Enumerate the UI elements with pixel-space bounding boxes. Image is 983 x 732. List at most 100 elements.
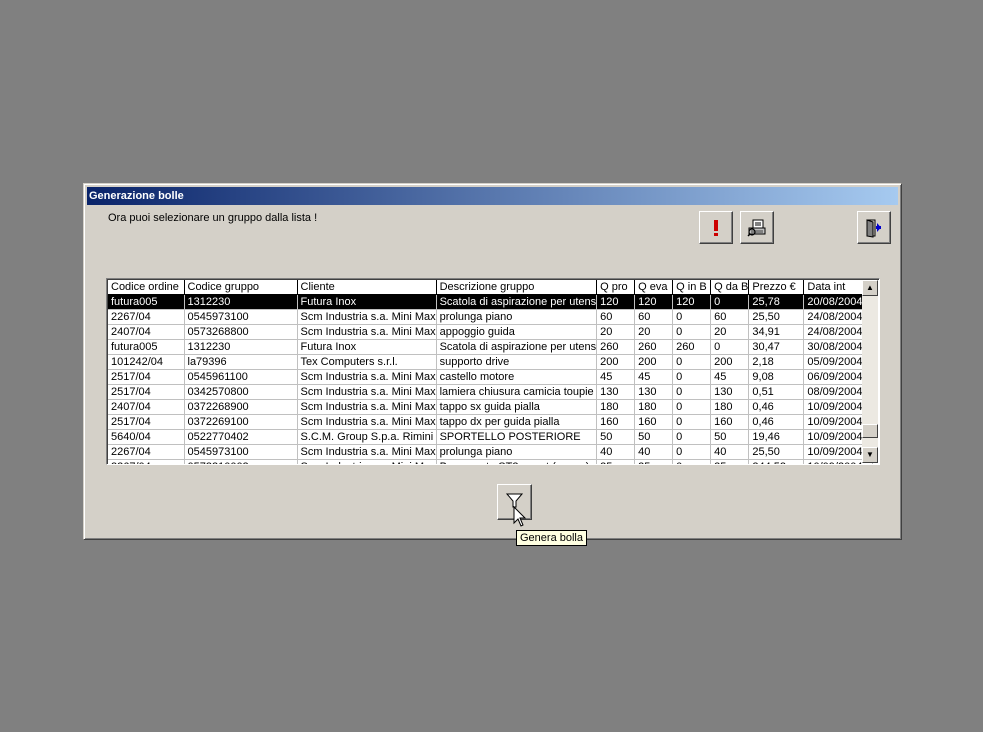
cell-q-eva: 45 xyxy=(634,369,674,385)
cell-q-eva: 120 xyxy=(634,294,674,310)
cell-prezzo: 0,51 xyxy=(748,384,805,400)
cell-codice-gruppo: 0545961100 xyxy=(184,369,298,385)
col-prezzo[interactable]: Prezzo € xyxy=(748,280,805,295)
table-row[interactable]: 2407/04 0372268900 Scm Industria s.a. Mini… xyxy=(108,399,874,415)
table-row[interactable]: 5640/04 0522770402 S.C.M. Group S.p.a. Rim… xyxy=(108,429,874,445)
cell-descrizione-gruppo: tappo sx guida pialla xyxy=(436,399,598,415)
cell-q-pro: 180 xyxy=(596,399,636,415)
cell-cliente: Scm Industria s.a. Mini Max xyxy=(297,324,437,340)
cell-codice-ordine: 2267/04 xyxy=(108,459,185,464)
table-row[interactable]: 2517/04 0545961100 Scm Industria s.a. Mini… xyxy=(108,369,874,385)
table-row[interactable]: 2407/04 0573268800 Scm Industria s.a. Mini… xyxy=(108,324,874,340)
cell-codice-ordine: 2517/04 xyxy=(108,414,185,430)
cell-prezzo: 9,08 xyxy=(748,369,805,385)
cell-descrizione-gruppo: Basamento ST3 smart (nuovo) xyxy=(436,459,598,464)
table-row[interactable]: futura005 1312230 Futura Inox Scatola di as… xyxy=(108,294,874,310)
cell-q-da-b: 50 xyxy=(710,429,750,445)
groups-grid[interactable]: Codice ordine Codice gruppo Cliente Desc… xyxy=(106,278,880,465)
generazione-bolle-window: Generazione bolle Ora puoi selezionare u… xyxy=(83,183,902,540)
cell-prezzo: 19,46 xyxy=(748,429,805,445)
table-row[interactable]: 2267/04 0545973100 Scm Industria s.a. Mini… xyxy=(108,309,874,325)
cell-q-eva: 50 xyxy=(634,429,674,445)
cell-codice-ordine: 2517/04 xyxy=(108,384,185,400)
cell-q-pro: 60 xyxy=(596,309,636,325)
cell-prezzo: 0,46 xyxy=(748,414,805,430)
col-q-eva[interactable]: Q eva xyxy=(634,280,674,295)
vertical-scrollbar[interactable]: ▲ ▼ xyxy=(862,280,878,463)
alert-button[interactable] xyxy=(699,211,733,244)
col-descrizione-gruppo[interactable]: Descrizione gruppo xyxy=(436,280,598,295)
cell-descrizione-gruppo: lamiera chiusura camicia toupie xyxy=(436,384,598,400)
print-preview-button[interactable] xyxy=(740,211,774,244)
cell-codice-gruppo: 0372268900 xyxy=(184,399,298,415)
cell-codice-ordine: 2517/04 xyxy=(108,369,185,385)
cell-prezzo: 244,52 xyxy=(748,459,805,464)
col-q-in-b[interactable]: Q in B xyxy=(672,280,712,295)
cell-q-da-b: 45 xyxy=(710,369,750,385)
col-codice-ordine[interactable]: Codice ordine xyxy=(108,280,185,295)
cell-q-in-b: 0 xyxy=(672,324,712,340)
cell-q-eva: 20 xyxy=(634,324,674,340)
cell-descrizione-gruppo: SPORTELLO POSTERIORE xyxy=(436,429,598,445)
table-row[interactable]: 2267/040573210002Scm Industria s.a. Mini… xyxy=(108,459,874,464)
mouse-cursor-icon xyxy=(513,506,527,527)
window-title: Generazione bolle xyxy=(87,187,898,205)
cell-q-in-b: 0 xyxy=(672,444,712,460)
cell-codice-ordine: futura005 xyxy=(108,339,185,355)
cell-q-da-b: 130 xyxy=(710,384,750,400)
cell-q-pro: 40 xyxy=(596,444,636,460)
cell-codice-gruppo: 0545973100 xyxy=(184,309,298,325)
cell-cliente: Futura Inox xyxy=(297,294,437,310)
table-row[interactable]: futura005 1312230 Futura Inox Scatola di as… xyxy=(108,339,874,355)
scroll-thumb[interactable] xyxy=(862,424,878,438)
cell-codice-gruppo: 0372269100 xyxy=(184,414,298,430)
cell-codice-ordine: 2267/04 xyxy=(108,309,185,325)
col-q-da-b[interactable]: Q da B xyxy=(710,280,750,295)
cell-q-in-b: 0 xyxy=(672,429,712,445)
exit-button[interactable] xyxy=(857,211,891,244)
genera-bolla-tooltip: Genera bolla xyxy=(516,530,587,546)
cell-prezzo: 25,50 xyxy=(748,309,805,325)
cell-q-in-b: 0 xyxy=(672,384,712,400)
cell-q-pro: 200 xyxy=(596,354,636,370)
cell-q-da-b: 20 xyxy=(710,324,750,340)
col-cliente[interactable]: Cliente xyxy=(297,280,437,295)
cell-cliente: Scm Industria s.a. Mini Max xyxy=(297,444,437,460)
scroll-up-button[interactable]: ▲ xyxy=(862,280,878,296)
cell-cliente: Scm Industria s.a. Mini Max xyxy=(297,384,437,400)
cell-q-in-b: 0 xyxy=(672,309,712,325)
table-row[interactable]: 2517/04 0372269100 Scm Industria s.a. Mini… xyxy=(108,414,874,430)
scroll-down-button[interactable]: ▼ xyxy=(862,447,878,463)
cell-q-pro: 160 xyxy=(596,414,636,430)
cell-q-in-b: 120 xyxy=(672,294,712,310)
cell-prezzo: 34,91 xyxy=(748,324,805,340)
cell-q-pro: 120 xyxy=(596,294,636,310)
cell-descrizione-gruppo: castello motore xyxy=(436,369,598,385)
table-row[interactable]: 2267/04 0545973100 Scm Industria s.a. Mini… xyxy=(108,444,874,460)
cell-codice-ordine: 2267/04 xyxy=(108,444,185,460)
cell-q-da-b: 0 xyxy=(710,339,750,355)
cell-cliente: Scm Industria s.a. Mini Max xyxy=(297,459,437,464)
cell-descrizione-gruppo: Scatola di aspirazione per utens xyxy=(436,294,598,310)
cell-codice-gruppo: 0573210002 xyxy=(184,459,298,464)
grid-header-row: Codice ordine Codice gruppo Cliente Desc… xyxy=(108,280,874,295)
cell-q-eva: 40 xyxy=(634,444,674,460)
cell-q-da-b: 25 xyxy=(710,459,750,464)
cell-q-pro: 50 xyxy=(596,429,636,445)
col-q-pro[interactable]: Q pro xyxy=(596,280,636,295)
cell-codice-gruppo: la79396 xyxy=(184,354,298,370)
cell-prezzo: 0,46 xyxy=(748,399,805,415)
cell-codice-gruppo: 1312230 xyxy=(184,339,298,355)
col-codice-gruppo[interactable]: Codice gruppo xyxy=(184,280,298,295)
cell-q-eva: 160 xyxy=(634,414,674,430)
cell-codice-ordine: 2407/04 xyxy=(108,324,185,340)
cell-q-da-b: 40 xyxy=(710,444,750,460)
table-row[interactable]: 101242/04 la79396 Tex Computers s.r.l. supp… xyxy=(108,354,874,370)
cell-q-pro: 25 xyxy=(596,459,636,464)
table-row[interactable]: 2517/04 0342570800 Scm Industria s.a. Mini… xyxy=(108,384,874,400)
cell-q-pro: 45 xyxy=(596,369,636,385)
cell-prezzo: 25,78 xyxy=(748,294,805,310)
cell-q-da-b: 160 xyxy=(710,414,750,430)
cell-q-da-b: 180 xyxy=(710,399,750,415)
cell-q-eva: 200 xyxy=(634,354,674,370)
